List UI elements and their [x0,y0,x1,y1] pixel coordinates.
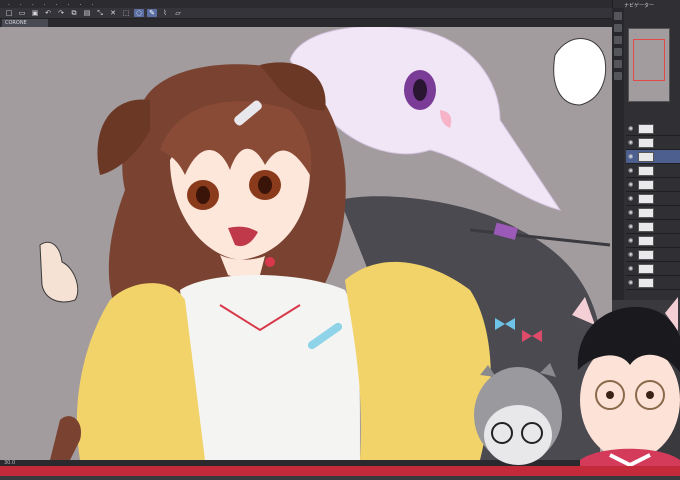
navigator-thumbnail[interactable] [628,28,670,102]
eye-icon[interactable]: ◉ [628,251,635,258]
menu-item[interactable]: . [56,0,58,8]
eraser-icon[interactable]: ▱ [173,9,183,17]
navigator-icon[interactable] [614,12,622,20]
layer-properties-icon[interactable] [614,24,622,32]
eye-icon[interactable]: ◉ [628,195,635,202]
layer-row[interactable]: ◉ [626,178,680,192]
menu-item[interactable]: . [32,0,34,8]
open-icon[interactable]: ▭ [17,9,27,17]
layer-row[interactable]: ◉ [626,220,680,234]
brush-icon[interactable]: ⌇ [160,9,170,17]
layer-thumbnail [638,263,654,274]
layer-row[interactable]: ◉ [626,234,680,248]
layer-thumbnail [638,277,654,288]
layer-row[interactable]: ◉ [626,206,680,220]
color-icon[interactable] [614,36,622,44]
menu-item[interactable]: . [68,0,70,8]
copy-icon[interactable]: ⧉ [69,9,79,17]
pen-icon[interactable]: ✎ [147,9,157,17]
layer-row[interactable]: ◉ [626,136,680,150]
layer-thumbnail [638,235,654,246]
layer-thumbnail [638,137,654,148]
menu-item[interactable]: . [44,0,46,8]
layer-row-selected[interactable]: ◉ [626,150,680,164]
layer-thumbnail [638,193,654,204]
menu-item[interactable]: . [91,0,93,8]
layer-thumbnail [638,179,654,190]
brush-size-icon[interactable] [614,48,622,56]
eye-icon[interactable]: ◉ [628,125,635,132]
layer-thumbnail [638,221,654,232]
eye-icon[interactable]: ◉ [628,139,635,146]
layer-row[interactable]: ◉ [626,262,680,276]
save-icon[interactable]: ▣ [30,9,40,17]
select-icon[interactable]: ⬚ [121,9,131,17]
webcam-overlay [460,295,680,476]
panel-icon-strip [612,8,624,300]
paste-icon[interactable]: ▤ [82,9,92,17]
new-file-icon[interactable]: □ [4,9,14,17]
menu-item[interactable]: . [20,0,22,8]
stream-bottom-bar [0,466,680,476]
layer-list: ◉ ◉ ◉ ◉ ◉ ◉ ◉ ◉ ◉ ◉ ◉ ◉ [626,122,680,300]
transform-icon[interactable]: ⤡ [95,9,105,17]
layer-row[interactable]: ◉ [626,192,680,206]
history-icon[interactable] [614,72,622,80]
menu-bar: . . . . . . . . [0,0,680,8]
layer-thumbnail [638,165,654,176]
lasso-icon[interactable]: ◌ [134,9,144,17]
eye-icon[interactable]: ◉ [628,153,635,160]
document-tab-bar: CORONE [0,19,612,27]
navigator-frame[interactable] [633,39,665,81]
layer-row[interactable]: ◉ [626,122,680,136]
eye-icon[interactable]: ◉ [628,237,635,244]
document-tab[interactable]: CORONE [2,19,48,27]
layer-thumbnail [638,123,654,134]
eye-icon[interactable]: ◉ [628,181,635,188]
menu-item[interactable]: . [80,0,82,8]
layer-thumbnail [638,151,654,162]
layer-row[interactable]: ◉ [626,276,680,290]
eye-icon[interactable]: ◉ [628,209,635,216]
layer-row[interactable]: ◉ [626,164,680,178]
eye-icon[interactable]: ◉ [628,279,635,286]
redo-icon[interactable]: ↷ [56,9,66,17]
navigator-title: ナビゲーター [624,3,655,9]
command-toolbar: □ ▭ ▣ ↶ ↷ ⧉ ▤ ⤡ ✕ ⬚ ◌ ✎ ⌇ ▱ [0,8,612,19]
eye-icon[interactable]: ◉ [628,167,635,174]
layer-row[interactable]: ◉ [626,248,680,262]
eye-icon[interactable]: ◉ [628,265,635,272]
menu-item[interactable]: . [8,0,10,8]
delete-icon[interactable]: ✕ [108,9,118,17]
eye-icon[interactable]: ◉ [628,223,635,230]
undo-icon[interactable]: ↶ [43,9,53,17]
layer-thumbnail [638,207,654,218]
streamer-avatar-illustration [474,297,680,476]
material-icon[interactable] [614,60,622,68]
layer-thumbnail [638,249,654,260]
